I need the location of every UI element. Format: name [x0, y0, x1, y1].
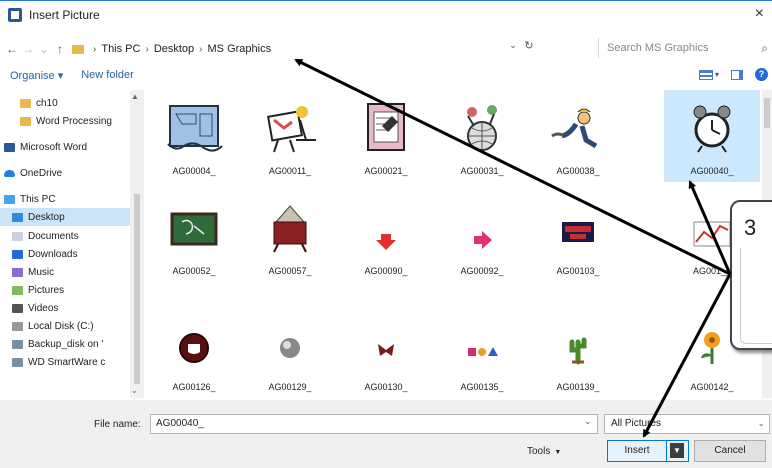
- arrow-to-insert-button: [642, 273, 732, 438]
- arrow-to-ag00040: [688, 180, 732, 275]
- arrow-to-ms-graphics: [294, 58, 731, 276]
- annotation-arrows: [294, 58, 732, 438]
